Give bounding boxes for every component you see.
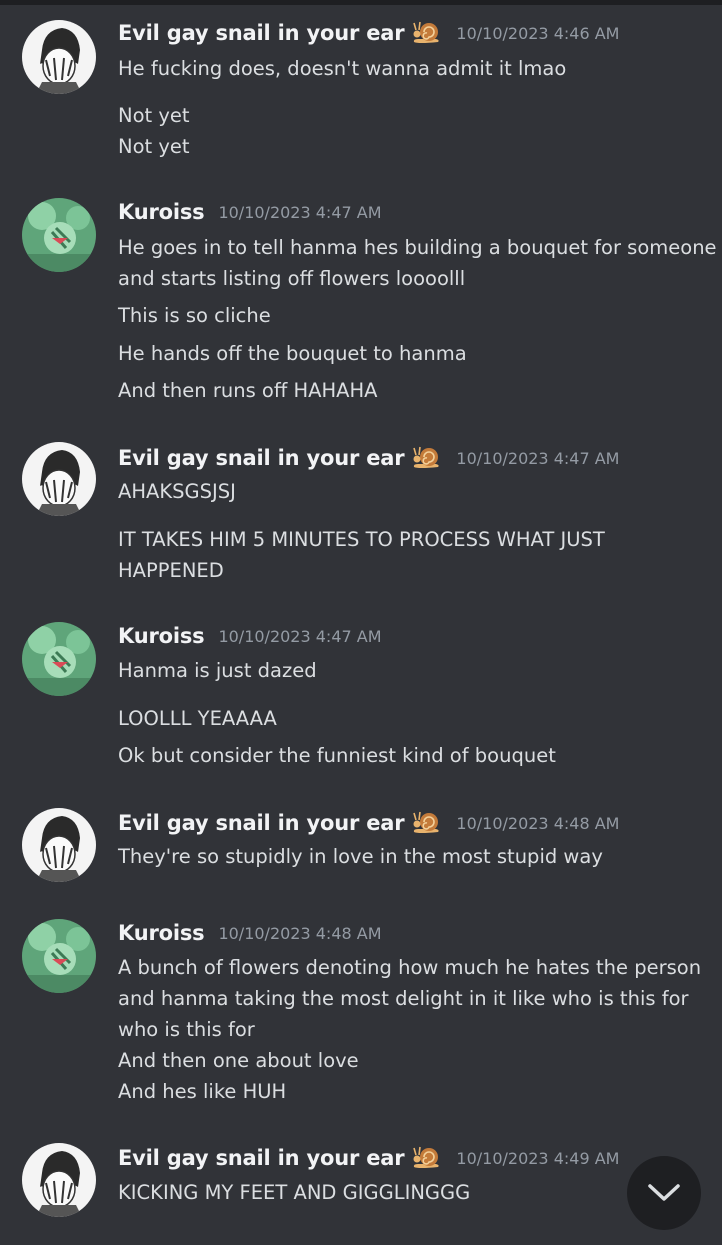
flower-avatar-icon (22, 622, 96, 696)
message-timestamp: 10/10/2023 4:47 AM (218, 202, 382, 222)
message-timestamp: 10/10/2023 4:46 AM (456, 23, 620, 43)
user-avatar[interactable] (22, 808, 96, 882)
author-name[interactable]: Evil gay snail in your ear (118, 446, 405, 470)
message-text: HAPPENED (118, 559, 224, 582)
message-timestamp: 10/10/2023 4:48 AM (456, 813, 620, 833)
message-text: He fucking does, doesn't wanna admit it … (118, 57, 567, 80)
message-text: This is so cliche (118, 304, 271, 327)
snail-icon (412, 445, 442, 471)
message-text: He goes in to tell hanma hes building a … (118, 236, 717, 259)
message-timestamp: 10/10/2023 4:49 AM (456, 1148, 620, 1168)
message-text: who is this for (118, 1018, 255, 1041)
message-text: Not yet (118, 104, 190, 127)
snail-icon (412, 20, 442, 46)
message-header: Kuroiss 10/10/2023 4:47 AM (118, 200, 382, 224)
sketch-avatar-icon (22, 1143, 96, 1217)
message-header: Kuroiss 10/10/2023 4:47 AM (118, 624, 382, 648)
message-text: LOOLLL YEAAAA (118, 707, 277, 730)
message-header: Evil gay snail in your ear 10/10/2023 4:… (118, 810, 619, 836)
sketch-avatar-icon (22, 442, 96, 516)
snail-icon (412, 1145, 442, 1171)
user-avatar[interactable] (22, 442, 96, 516)
message-text: A bunch of flowers denoting how much he … (118, 956, 702, 979)
message-text: And then one about love (118, 1049, 359, 1072)
user-avatar[interactable] (22, 20, 96, 94)
message-header: Evil gay snail in your ear 10/10/2023 4:… (118, 20, 619, 46)
message-text: Not yet (118, 135, 190, 158)
message-text: They're so stupidly in love in the most … (118, 845, 603, 868)
message-text: He hands off the bouquet to hanma (118, 342, 467, 365)
top-divider (0, 0, 722, 5)
flower-avatar-icon (22, 198, 96, 272)
user-avatar[interactable] (22, 919, 96, 993)
message-text: IT TAKES HIM 5 MINUTES TO PROCESS WHAT J… (118, 528, 605, 551)
message-text: and starts listing off flowers loooolll (118, 267, 466, 290)
user-avatar[interactable] (22, 198, 96, 272)
sketch-avatar-icon (22, 20, 96, 94)
message-text: Ok but consider the funniest kind of bou… (118, 744, 556, 767)
message-timestamp: 10/10/2023 4:48 AM (218, 923, 382, 943)
flower-avatar-icon (22, 919, 96, 993)
author-name[interactable]: Evil gay snail in your ear (118, 21, 405, 45)
author-name[interactable]: Evil gay snail in your ear (118, 1146, 405, 1170)
message-timestamp: 10/10/2023 4:47 AM (218, 626, 382, 646)
message-timestamp: 10/10/2023 4:47 AM (456, 448, 620, 468)
message-text: AHAKSGSJSJ (118, 480, 236, 503)
author-name[interactable]: Evil gay snail in your ear (118, 811, 405, 835)
message-header: Evil gay snail in your ear 10/10/2023 4:… (118, 445, 619, 471)
author-name[interactable]: Kuroiss (118, 200, 205, 224)
scroll-to-bottom-button[interactable] (627, 1156, 701, 1230)
author-name[interactable]: Kuroiss (118, 921, 205, 945)
sketch-avatar-icon (22, 808, 96, 882)
message-header: Evil gay snail in your ear 10/10/2023 4:… (118, 1145, 619, 1171)
message-header: Kuroiss 10/10/2023 4:48 AM (118, 921, 382, 945)
user-avatar[interactable] (22, 1143, 96, 1217)
message-text: KICKING MY FEET AND GIGGLINGGG (118, 1181, 471, 1204)
message-text: and hanma taking the most delight in it … (118, 987, 689, 1010)
user-avatar[interactable] (22, 622, 96, 696)
chevron-down-icon (648, 1184, 680, 1201)
message-text: And hes like HUH (118, 1080, 287, 1103)
author-name[interactable]: Kuroiss (118, 624, 205, 648)
message-text: And then runs off HAHAHA (118, 379, 378, 402)
snail-icon (412, 810, 442, 836)
message-text: Hanma is just dazed (118, 659, 317, 682)
